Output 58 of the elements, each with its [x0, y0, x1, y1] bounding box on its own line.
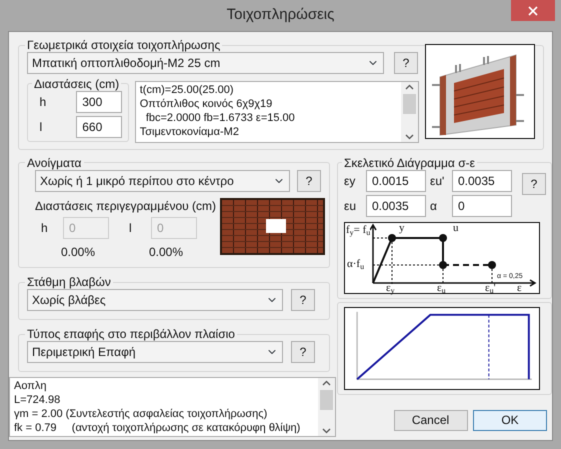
diagram-label: ε$_{u}$'	[485, 282, 496, 294]
dimension-field[interactable]: 300	[76, 90, 122, 113]
scrollbar[interactable]	[318, 378, 335, 436]
group-title: Γεωμετρικά στοιχεία τοιχοπλήρωσης	[26, 38, 222, 52]
group-title: Τύπος επαφής στο περιβάλλον πλαίσιο	[26, 327, 236, 342]
diagram-label: α·f$_{u}$	[347, 258, 364, 270]
summary-line: Αοπλη	[14, 379, 48, 394]
openings-dropdown[interactable]: Χωρίς ή 1 μικρό περίπου στο κέντρο	[35, 170, 290, 192]
scroll-up-icon[interactable]	[322, 380, 331, 386]
strain-field[interactable]: 0	[452, 194, 512, 217]
diagram-label: y	[399, 222, 404, 234]
field-label: εy	[344, 172, 356, 190]
diagram-label: f$_{y}$= f$_{u}$	[346, 224, 370, 236]
help-button[interactable]: ?	[291, 289, 315, 312]
summary-line: L=724.98	[14, 393, 62, 408]
window-title: Τοιχοπληρώσεις	[226, 5, 334, 26]
group-title: Διαστάσεις (cm)	[33, 76, 120, 91]
field-label: h	[40, 220, 49, 237]
summary-line: fk = 0.79 (αντοχή τοιχοπλήρωσης σε κατακόρυφη θλίψη)	[14, 421, 302, 436]
scrollbar[interactable]	[401, 82, 418, 142]
diagram-label: u	[453, 222, 458, 234]
group-title: Στάθμη βλαβών	[26, 275, 112, 290]
help-button[interactable]: ?	[297, 170, 321, 192]
strain-field[interactable]: 0.0035	[366, 194, 426, 217]
info-line: Τσιμεντοκονίαμα-Μ2	[140, 124, 240, 139]
contact-type-dropdown[interactable]: Περιμετρική Επαφή	[27, 341, 283, 364]
group-title: Ανοίγματα	[26, 156, 82, 170]
field-label: εu'	[430, 172, 446, 190]
help-button[interactable]: ?	[394, 52, 418, 74]
info-line: t(cm)=25.00(25.00)	[140, 82, 235, 97]
damage-level-dropdown[interactable]: Χωρίς βλάβες	[27, 289, 283, 312]
field-label: α	[430, 198, 438, 215]
cancel-button[interactable]: Cancel	[394, 410, 468, 431]
field-label: h	[40, 94, 46, 111]
strain-field[interactable]: 0.0035	[452, 170, 512, 192]
close-icon	[528, 6, 538, 16]
help-button[interactable]: ?	[291, 341, 315, 364]
percent-value: 0.00%	[61, 244, 96, 259]
diagram-label: ε	[517, 282, 522, 294]
scroll-up-icon[interactable]	[405, 84, 414, 90]
scroll-down-icon[interactable]	[322, 428, 331, 434]
dimension-field[interactable]: 660	[76, 116, 122, 138]
summary-line: γm = 2.00 (Συντελεστής ασφαλείας τοιχοπλήρωσης)	[14, 407, 268, 422]
field-label: l	[40, 118, 42, 136]
ok-button[interactable]: OK	[473, 410, 547, 431]
percent-value: 0.00%	[149, 244, 184, 259]
help-button[interactable]: ?	[522, 172, 546, 195]
diagram-label: ε$_{u}$	[437, 282, 446, 294]
field-label: Διαστάσεις περιγεγραμμένου (cm)	[35, 198, 216, 215]
info-line: Οπτόπλιθος κοινός 6χ9χ19	[140, 96, 274, 111]
wall-type-dropdown[interactable]: Μπατική οπτοπλιθοδομή-Μ2 25 cm	[27, 52, 384, 74]
field-label: εu	[344, 198, 358, 215]
scroll-down-icon[interactable]	[405, 134, 414, 140]
info-line: fbc=2.0000 fb=1.6733 ε=15.00	[144, 110, 296, 125]
strain-field[interactable]: 0.0015	[366, 170, 426, 192]
group-title: Σκελετικό Διάγραμμα σ-ε	[343, 156, 476, 170]
field-label: l	[128, 220, 133, 237]
close-button[interactable]	[511, 0, 555, 21]
